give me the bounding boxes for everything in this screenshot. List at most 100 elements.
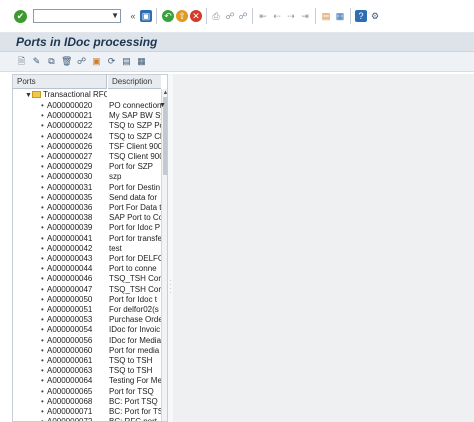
command-history-dropdown-icon[interactable]: ▼ bbox=[111, 10, 119, 22]
create-icon[interactable]: 🗎 bbox=[16, 56, 27, 67]
description-cell[interactable]: Port for transfe bbox=[109, 234, 161, 244]
ports-column-header[interactable]: Ports bbox=[13, 75, 107, 89]
tree-row[interactable]: • A000000031 Port for Destin bbox=[13, 183, 161, 193]
port-cell[interactable]: • A000000047 bbox=[13, 285, 107, 295]
tree-row[interactable]: • A000000036 Port For Data t bbox=[13, 203, 161, 213]
save-icon[interactable]: ▣ bbox=[140, 10, 152, 22]
port-cell[interactable]: • A000000044 bbox=[13, 264, 107, 274]
last-page-icon[interactable]: ⇥ bbox=[299, 10, 311, 22]
port-cell[interactable]: • A000000042 bbox=[13, 244, 107, 254]
port-cell[interactable]: • A000000065 bbox=[13, 387, 107, 397]
port-cell[interactable]: • A000000060 bbox=[13, 346, 107, 356]
description-cell[interactable]: Port for media bbox=[109, 346, 161, 356]
help-icon[interactable]: ? bbox=[355, 10, 367, 22]
description-cell[interactable]: Port for DELFO bbox=[109, 254, 161, 264]
port-cell[interactable]: • A000000038 bbox=[13, 213, 107, 223]
vertical-scrollbar[interactable]: ▲ bbox=[161, 89, 167, 421]
export-icon[interactable]: ▦ bbox=[136, 56, 147, 67]
port-cell[interactable]: • A000000068 bbox=[13, 397, 107, 407]
where-used-icon[interactable]: ☍ bbox=[76, 56, 87, 67]
tree-row[interactable]: • A000000022 TSQ to SZP Po bbox=[13, 121, 161, 131]
description-cell[interactable]: test bbox=[109, 244, 161, 254]
first-page-icon[interactable]: ⇤ bbox=[257, 10, 269, 22]
description-column-header[interactable]: Description bbox=[108, 75, 161, 89]
tree-row[interactable]: • A000000068 BC: Port TSQ bbox=[13, 397, 161, 407]
port-cell[interactable]: • A000000039 bbox=[13, 223, 107, 233]
shortcut-icon[interactable]: ▦ bbox=[334, 10, 346, 22]
description-cell[interactable]: TSQ to SZP Po bbox=[109, 121, 161, 131]
port-cell[interactable]: • A000000035 bbox=[13, 193, 107, 203]
port-cell[interactable]: • A000000064 bbox=[13, 376, 107, 386]
tree-row[interactable]: • A000000041 Port for transfe bbox=[13, 234, 161, 244]
description-cell[interactable]: BC: RFC port bbox=[109, 417, 161, 421]
back-glyph[interactable]: « bbox=[127, 10, 139, 22]
description-cell[interactable]: Port for Idoc t bbox=[109, 295, 161, 305]
tree-row[interactable]: • A000000064 Testing For Me bbox=[13, 376, 161, 386]
print-icon[interactable]: ⎙ bbox=[210, 10, 222, 22]
customize-layout-icon[interactable]: ⚙ bbox=[369, 10, 381, 22]
tree-row[interactable]: • A000000044 Port to conne bbox=[13, 264, 161, 274]
create-session-icon[interactable]: ▤ bbox=[320, 10, 332, 22]
transport-icon[interactable]: ▣ bbox=[91, 56, 102, 67]
tree-row[interactable]: • A000000029 Port for SZP bbox=[13, 162, 161, 172]
tree-row[interactable]: • A000000050 Port for Idoc t bbox=[13, 295, 161, 305]
port-cell[interactable]: • A000000041 bbox=[13, 234, 107, 244]
description-cell[interactable]: IDoc for Invoic bbox=[109, 325, 161, 335]
description-cell[interactable]: TSQ Client 900 bbox=[109, 152, 161, 162]
command-input[interactable] bbox=[34, 10, 110, 22]
port-cell[interactable]: • A000000050 bbox=[13, 295, 107, 305]
port-cell[interactable]: • A000000021 bbox=[13, 111, 107, 121]
description-cell[interactable]: PO connection bbox=[109, 101, 161, 111]
tree-root-node[interactable]: ▼ Transactional RFC bbox=[13, 90, 161, 100]
cancel-icon[interactable]: ✕ bbox=[190, 10, 202, 22]
description-cell[interactable]: BC: Port for TS bbox=[109, 407, 161, 417]
tree-row[interactable]: • A000000027 TSQ Client 900 bbox=[13, 152, 161, 162]
description-cell[interactable]: TSQ to TSH bbox=[109, 356, 161, 366]
tree-row[interactable]: • A000000065 Port for TSQ bbox=[13, 387, 161, 397]
tree-row[interactable]: • A000000042 test bbox=[13, 244, 161, 254]
refresh-icon[interactable]: ⟳ bbox=[106, 56, 117, 67]
port-cell[interactable]: • A000000020 bbox=[13, 101, 107, 111]
description-cell[interactable]: For delfor02(s bbox=[109, 305, 161, 315]
previous-page-icon[interactable]: ⇠ bbox=[271, 10, 283, 22]
port-cell[interactable]: • A000000031 bbox=[13, 183, 107, 193]
details-icon[interactable]: ▤ bbox=[121, 56, 132, 67]
port-cell[interactable]: • A000000053 bbox=[13, 315, 107, 325]
expand-chevron-icon[interactable]: ▼ bbox=[25, 91, 32, 101]
description-dropdown-icon[interactable]: ▼ bbox=[159, 102, 166, 109]
description-cell[interactable]: Port for Idoc P bbox=[109, 223, 161, 233]
port-cell[interactable]: • A000000027 bbox=[13, 152, 107, 162]
description-cell[interactable]: TSQ to TSH bbox=[109, 366, 161, 376]
tree-row[interactable]: • A000000060 Port for media bbox=[13, 346, 161, 356]
description-cell[interactable]: My SAP BW Sy bbox=[109, 111, 161, 121]
command-field[interactable]: ▼ bbox=[33, 9, 121, 23]
port-cell[interactable]: • A000000071 bbox=[13, 407, 107, 417]
tree-row[interactable]: • A000000063 TSQ to TSH bbox=[13, 366, 161, 376]
exit-icon[interactable]: ⇧ bbox=[176, 10, 188, 22]
tree-row[interactable]: • A000000056 IDoc for Media bbox=[13, 336, 161, 346]
description-cell[interactable]: BC: Port TSQ bbox=[109, 397, 161, 407]
tree-row[interactable]: • A000000026 TSF Client 900 bbox=[13, 142, 161, 152]
description-cell[interactable]: Port for Destin bbox=[109, 183, 161, 193]
tree-row[interactable]: • A000000039 Port for Idoc P bbox=[13, 223, 161, 233]
description-cell[interactable]: szp bbox=[109, 172, 161, 182]
splitter-grip-icon[interactable]: · · · · bbox=[169, 278, 172, 297]
next-page-icon[interactable]: ⇢ bbox=[285, 10, 297, 22]
port-cell[interactable]: • A000000046 bbox=[13, 274, 107, 284]
tree-row[interactable]: • A000000030 szp bbox=[13, 172, 161, 182]
port-cell[interactable]: • A000000024 bbox=[13, 132, 107, 142]
delete-icon[interactable]: 🗑 bbox=[61, 56, 72, 67]
port-cell[interactable]: • A000000026 bbox=[13, 142, 107, 152]
description-cell[interactable]: Send data for bbox=[109, 193, 161, 203]
description-cell[interactable]: TSQ to SZP Cl bbox=[109, 132, 161, 142]
tree-row[interactable]: • A000000061 TSQ to TSH bbox=[13, 356, 161, 366]
port-cell[interactable]: • A000000029 bbox=[13, 162, 107, 172]
change-icon[interactable]: ✎ bbox=[31, 56, 42, 67]
description-cell[interactable]: Port For Data t bbox=[109, 203, 161, 213]
description-cell[interactable]: Purchase Orde bbox=[109, 315, 161, 325]
tree-row[interactable]: • A000000051 For delfor02(s bbox=[13, 305, 161, 315]
port-cell[interactable]: • A000000043 bbox=[13, 254, 107, 264]
find-icon[interactable]: ☍ bbox=[224, 10, 236, 22]
find-next-icon[interactable]: ☍ bbox=[237, 10, 249, 22]
tree-row[interactable]: • A000000020 PO connection bbox=[13, 101, 161, 111]
